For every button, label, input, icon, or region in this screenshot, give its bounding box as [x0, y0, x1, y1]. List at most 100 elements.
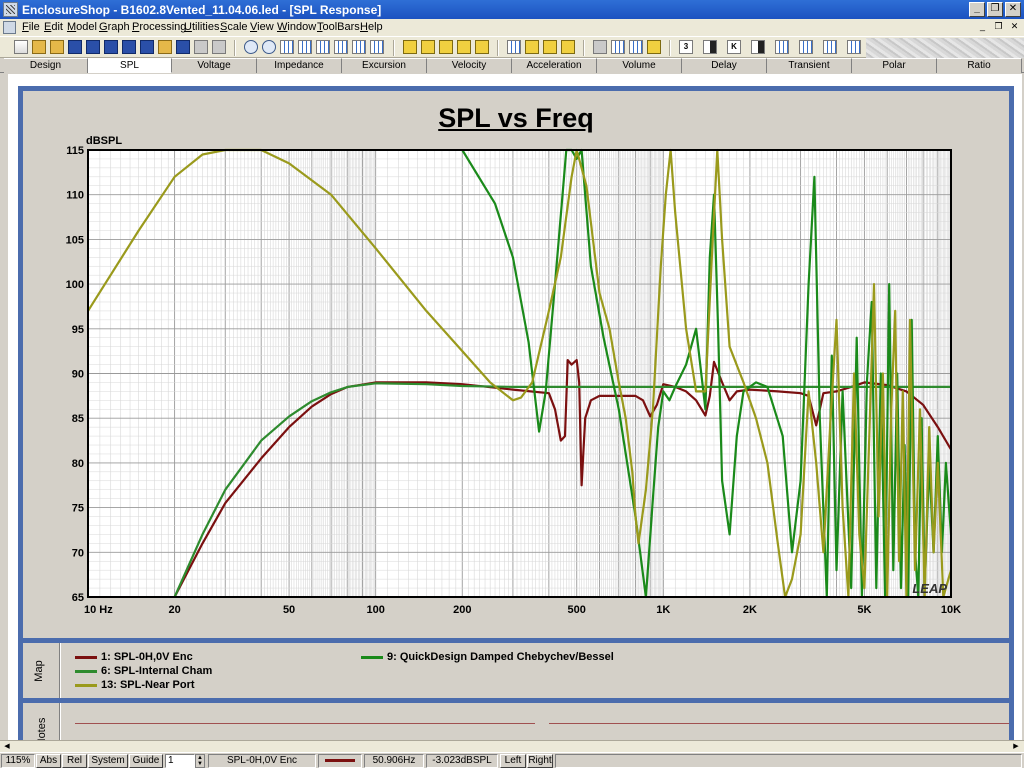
table-view-icon[interactable]: [823, 40, 837, 54]
scroll-right-icon[interactable]: ▶: [1011, 742, 1021, 751]
tab-excursion[interactable]: Excursion: [342, 58, 427, 73]
tab-velocity[interactable]: Velocity: [427, 58, 512, 73]
status-bar: 115% Abs Rel System Guide 1 ▲ ▼ SPL-0H,0V…: [0, 752, 1024, 768]
menu-scale[interactable]: Scale: [220, 21, 248, 33]
toolbar-separator: [234, 40, 236, 56]
menu-help[interactable]: Help: [360, 21, 383, 33]
new-file-icon[interactable]: [14, 40, 28, 54]
library-icon[interactable]: [158, 40, 172, 54]
menu-window[interactable]: Window: [277, 21, 316, 33]
horizontal-scrollbar[interactable]: ◀ ▶: [0, 740, 1024, 752]
cursor-frequency: 50.906Hz: [364, 754, 424, 768]
open-project-icon[interactable]: [50, 40, 64, 54]
active-curve-swatch: [325, 758, 355, 762]
menu-toolbars[interactable]: ToolBars: [317, 21, 360, 33]
marker-icon[interactable]: [703, 40, 717, 54]
toolbar: 3 K: [0, 36, 1024, 58]
graph-layout-icon[interactable]: [334, 40, 348, 54]
left-channel-button[interactable]: Left: [500, 754, 526, 768]
tab-transient[interactable]: Transient: [767, 58, 852, 73]
save-curve-icon[interactable]: [176, 40, 190, 54]
tab-ratio[interactable]: Ratio: [937, 58, 1022, 73]
enclosure-icon[interactable]: [457, 40, 471, 54]
print-preview-icon[interactable]: [212, 40, 226, 54]
curve-edit-icon[interactable]: [543, 40, 557, 54]
system-button[interactable]: System: [88, 754, 128, 768]
zoom-out-icon[interactable]: [262, 40, 276, 54]
tab-impedance[interactable]: Impedance: [257, 58, 342, 73]
tab-acceleration[interactable]: Acceleration: [512, 58, 597, 73]
graph-axes-icon[interactable]: [316, 40, 330, 54]
save-all-icon[interactable]: [104, 40, 118, 54]
legend-entry-internal[interactable]: 6: SPL-Internal Cham: [75, 665, 212, 677]
tab-volume[interactable]: Volume: [597, 58, 682, 73]
chart-view-icon[interactable]: [799, 40, 813, 54]
abs-button[interactable]: Abs: [36, 754, 61, 768]
menu-edit[interactable]: Edit: [44, 21, 63, 33]
x-tick-label: 5K: [857, 604, 871, 616]
curve-library-icon[interactable]: [507, 40, 521, 54]
window-list-icon[interactable]: [629, 40, 643, 54]
rel-button[interactable]: Rel: [62, 754, 87, 768]
import-icon[interactable]: [140, 40, 154, 54]
save-as-icon[interactable]: [86, 40, 100, 54]
curve-select-icon[interactable]: [525, 40, 539, 54]
close-button[interactable]: ✕: [1005, 2, 1021, 17]
crossover-icon[interactable]: [439, 40, 453, 54]
window-tile-icon[interactable]: [593, 40, 607, 54]
mdi-restore-button[interactable]: ❐: [992, 21, 1005, 33]
guide-spinner[interactable]: ▲ ▼: [195, 754, 205, 768]
minimize-button[interactable]: _: [969, 2, 985, 17]
legend-entry-enc[interactable]: 1: SPL-0H,0V Enc: [75, 651, 193, 663]
right-channel-button[interactable]: Right: [527, 754, 553, 768]
document-icon[interactable]: [3, 21, 16, 34]
cursor-icon[interactable]: [751, 40, 765, 54]
menu-graph[interactable]: Graph: [99, 21, 130, 33]
x-tick-label: 10K: [941, 604, 961, 616]
text-tool-3-icon[interactable]: 3: [679, 40, 693, 54]
menu-model[interactable]: Model: [67, 21, 97, 33]
graph-scale-icon[interactable]: [298, 40, 312, 54]
tab-delay[interactable]: Delay: [682, 58, 767, 73]
menu-processing[interactable]: Processing: [132, 21, 186, 33]
spreadsheet-icon[interactable]: [847, 40, 861, 54]
tab-design[interactable]: Design: [4, 58, 88, 73]
toolbar-separator: [583, 40, 585, 56]
save-icon[interactable]: [68, 40, 82, 54]
menu-file[interactable]: File: [22, 21, 40, 33]
zoom-level: 115%: [1, 754, 35, 768]
scroll-left-icon[interactable]: ◀: [2, 742, 12, 751]
driver-icon[interactable]: [421, 40, 435, 54]
tab-voltage[interactable]: Voltage: [172, 58, 257, 73]
graph-grid-icon[interactable]: [280, 40, 294, 54]
curve-compare-icon[interactable]: [561, 40, 575, 54]
menu-view[interactable]: View: [250, 21, 274, 33]
maximize-button[interactable]: ❐: [987, 2, 1003, 17]
tab-polar[interactable]: Polar: [852, 58, 937, 73]
x-tick-label: 2K: [743, 604, 757, 616]
refresh-icon[interactable]: [647, 40, 661, 54]
text-tool-k-icon[interactable]: K: [727, 40, 741, 54]
toolbar-separator: [497, 40, 499, 56]
guide-input[interactable]: 1: [165, 754, 195, 768]
spl-plot[interactable]: 115 110 105 100 95 90 85 80 75 70 6510 Hz 20 50 100 20…: [23, 91, 1009, 638]
zoom-in-icon[interactable]: [244, 40, 258, 54]
tab-spl[interactable]: SPL: [88, 58, 172, 73]
graph-copy-icon[interactable]: [370, 40, 384, 54]
export-icon[interactable]: [122, 40, 136, 54]
bar-view-icon[interactable]: [775, 40, 789, 54]
app-icon[interactable]: [3, 2, 18, 17]
guide-button[interactable]: Guide: [129, 754, 163, 768]
print-icon[interactable]: [194, 40, 208, 54]
open-folder-icon[interactable]: [32, 40, 46, 54]
legend-entry-quickdesign[interactable]: 9: QuickDesign Damped Chebychev/Bessel: [361, 651, 614, 663]
menu-utilities[interactable]: Utilities: [184, 21, 219, 33]
speaker-icon[interactable]: [403, 40, 417, 54]
legend-entry-port[interactable]: 13: SPL-Near Port: [75, 679, 195, 691]
x-tick-label: 50: [283, 604, 295, 616]
window-cascade-icon[interactable]: [611, 40, 625, 54]
quickdesign-icon[interactable]: [475, 40, 489, 54]
graph-overlay-icon[interactable]: [352, 40, 366, 54]
mdi-minimize-button[interactable]: _: [976, 21, 989, 33]
mdi-close-button[interactable]: ✕: [1008, 21, 1021, 33]
